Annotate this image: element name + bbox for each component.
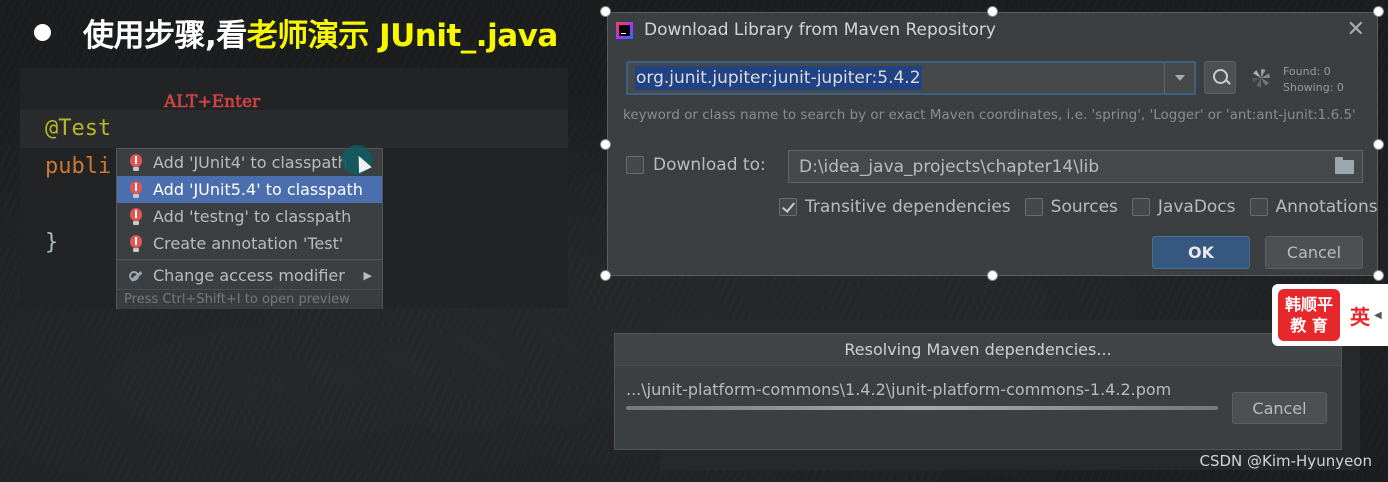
search-button[interactable] <box>1204 61 1236 94</box>
annotations-checkbox[interactable] <box>1249 198 1268 216</box>
brand-badge: 韩顺平 教 育 英 ◀ <box>1272 284 1388 346</box>
menu-separator <box>117 259 382 260</box>
wrench-icon <box>129 269 143 283</box>
option-label: JavaDocs <box>1157 197 1236 217</box>
dialog-titlebar[interactable]: Download Library from Maven Repository <box>608 13 1377 47</box>
loading-spinner-icon <box>1252 69 1270 87</box>
slide-title: 使用步骤,看 老师演示 JUnit_.java <box>30 10 558 55</box>
menu-item-add-junit5[interactable]: Add 'JUnit5.4' to classpath <box>117 176 382 203</box>
cancel-button[interactable]: Cancel <box>1265 236 1363 269</box>
resize-handle[interactable] <box>1373 270 1384 281</box>
intention-actions-popup: Add 'JUnit4' to classpath Add 'JUnit5.4'… <box>116 148 383 309</box>
resize-handle[interactable] <box>600 139 611 150</box>
option-label: Transitive dependencies <box>805 197 1011 217</box>
progress-cancel-button[interactable]: Cancel <box>1232 392 1327 424</box>
shortcut-hint: ALT+Enter <box>164 92 261 112</box>
resize-handle[interactable] <box>987 270 998 281</box>
slide-title-prefix: 使用步骤,看 <box>83 18 247 54</box>
resize-handle[interactable] <box>1373 6 1384 17</box>
download-to-label: Download to: <box>653 155 766 175</box>
search-result-counts: Found: 0 Showing: 0 <box>1283 64 1344 96</box>
resize-handle[interactable] <box>600 270 611 281</box>
search-input-value[interactable]: org.junit.jupiter:junit-jupiter:5.4.2 <box>635 66 922 90</box>
found-count: Found: 0 <box>1283 65 1331 78</box>
submenu-arrow-icon: ▶ <box>363 269 372 282</box>
menu-item-change-access-modifier[interactable]: Change access modifier ▶ <box>117 262 382 289</box>
brand-logo-line1: 韩顺平 <box>1284 295 1333 314</box>
menu-item-label: Create annotation 'Test' <box>153 234 344 253</box>
progress-title: Resolving Maven dependencies... <box>615 334 1341 366</box>
progress-current-file: ...\junit-platform-commons\1.4.2\junit-p… <box>626 380 1172 399</box>
code-line-brace[interactable]: } <box>45 230 58 255</box>
red-bulb-icon <box>129 153 143 172</box>
chevron-down-icon[interactable] <box>1164 63 1194 93</box>
menu-item-label: Change access modifier <box>153 266 345 285</box>
transitive-dependencies-checkbox[interactable] <box>779 198 797 216</box>
search-hint: keyword or class name to search by or ex… <box>623 107 1356 123</box>
progress-bar <box>626 406 1218 410</box>
popup-footer-hint: Press Ctrl+Shift+I to open preview <box>117 289 382 309</box>
download-to-option[interactable]: Download to: <box>626 155 766 175</box>
option-transitive-dependencies[interactable]: Transitive dependencies <box>779 197 1011 217</box>
showing-count: Showing: 0 <box>1283 81 1344 94</box>
progress-bar-fill <box>626 406 1218 410</box>
resolving-dependencies-dialog: Resolving Maven dependencies... ...\juni… <box>614 333 1342 450</box>
option-label: Sources <box>1050 197 1118 217</box>
option-sources[interactable]: Sources <box>1024 197 1118 217</box>
bullet-icon <box>34 24 51 41</box>
caret-left-icon: ◀ <box>1374 309 1382 321</box>
red-bulb-icon <box>129 180 143 199</box>
red-bulb-icon <box>129 234 143 253</box>
slide-title-highlight: 老师演示 JUnit_.java <box>246 18 558 54</box>
code-line-annotation[interactable]: @Test <box>45 116 111 141</box>
maven-search-input[interactable]: org.junit.jupiter:junit-jupiter:5.4.2 <box>626 61 1196 95</box>
menu-item-label: Add 'testng' to classpath <box>153 207 352 226</box>
menu-item-add-testng[interactable]: Add 'testng' to classpath <box>117 203 382 230</box>
red-bulb-icon <box>129 207 143 226</box>
csdn-watermark: CSDN @Kim-Hyunyeon <box>1199 452 1372 470</box>
brand-logo-line2: 教 育 <box>1290 316 1328 335</box>
menu-item-label: Add 'JUnit5.4' to classpath <box>153 180 363 199</box>
resize-handle[interactable] <box>600 6 611 17</box>
code-line-public[interactable]: publi <box>45 154 111 179</box>
menu-item-create-annotation[interactable]: Create annotation 'Test' <box>117 230 382 257</box>
close-icon[interactable]: ✕ <box>1347 17 1365 42</box>
menu-item-label: Add 'JUnit4' to classpath <box>153 153 348 172</box>
option-annotations[interactable]: Annotations <box>1249 197 1378 217</box>
option-label: Annotations <box>1275 197 1378 217</box>
download-path-value: D:\idea_java_projects\chapter14\lib <box>799 156 1100 177</box>
intellij-icon <box>616 21 633 39</box>
input-method-indicator[interactable]: 英 <box>1350 301 1370 330</box>
resize-handle[interactable] <box>1373 139 1384 150</box>
sources-checkbox[interactable] <box>1024 198 1043 216</box>
download-path-field[interactable]: D:\idea_java_projects\chapter14\lib <box>788 150 1363 183</box>
resize-handle[interactable] <box>987 6 998 17</box>
option-javadocs[interactable]: JavaDocs <box>1131 197 1236 217</box>
download-options: Transitive dependencies Sources JavaDocs… <box>779 197 1388 217</box>
javadocs-checkbox[interactable] <box>1131 198 1150 216</box>
dialog-title: Download Library from Maven Repository <box>644 20 996 40</box>
download-to-checkbox[interactable] <box>626 156 644 174</box>
ok-button[interactable]: OK <box>1152 236 1250 269</box>
folder-icon[interactable] <box>1335 157 1354 174</box>
brand-logo: 韩顺平 教 育 <box>1278 289 1340 341</box>
maven-download-dialog: Download Library from Maven Repository ✕… <box>607 12 1378 276</box>
